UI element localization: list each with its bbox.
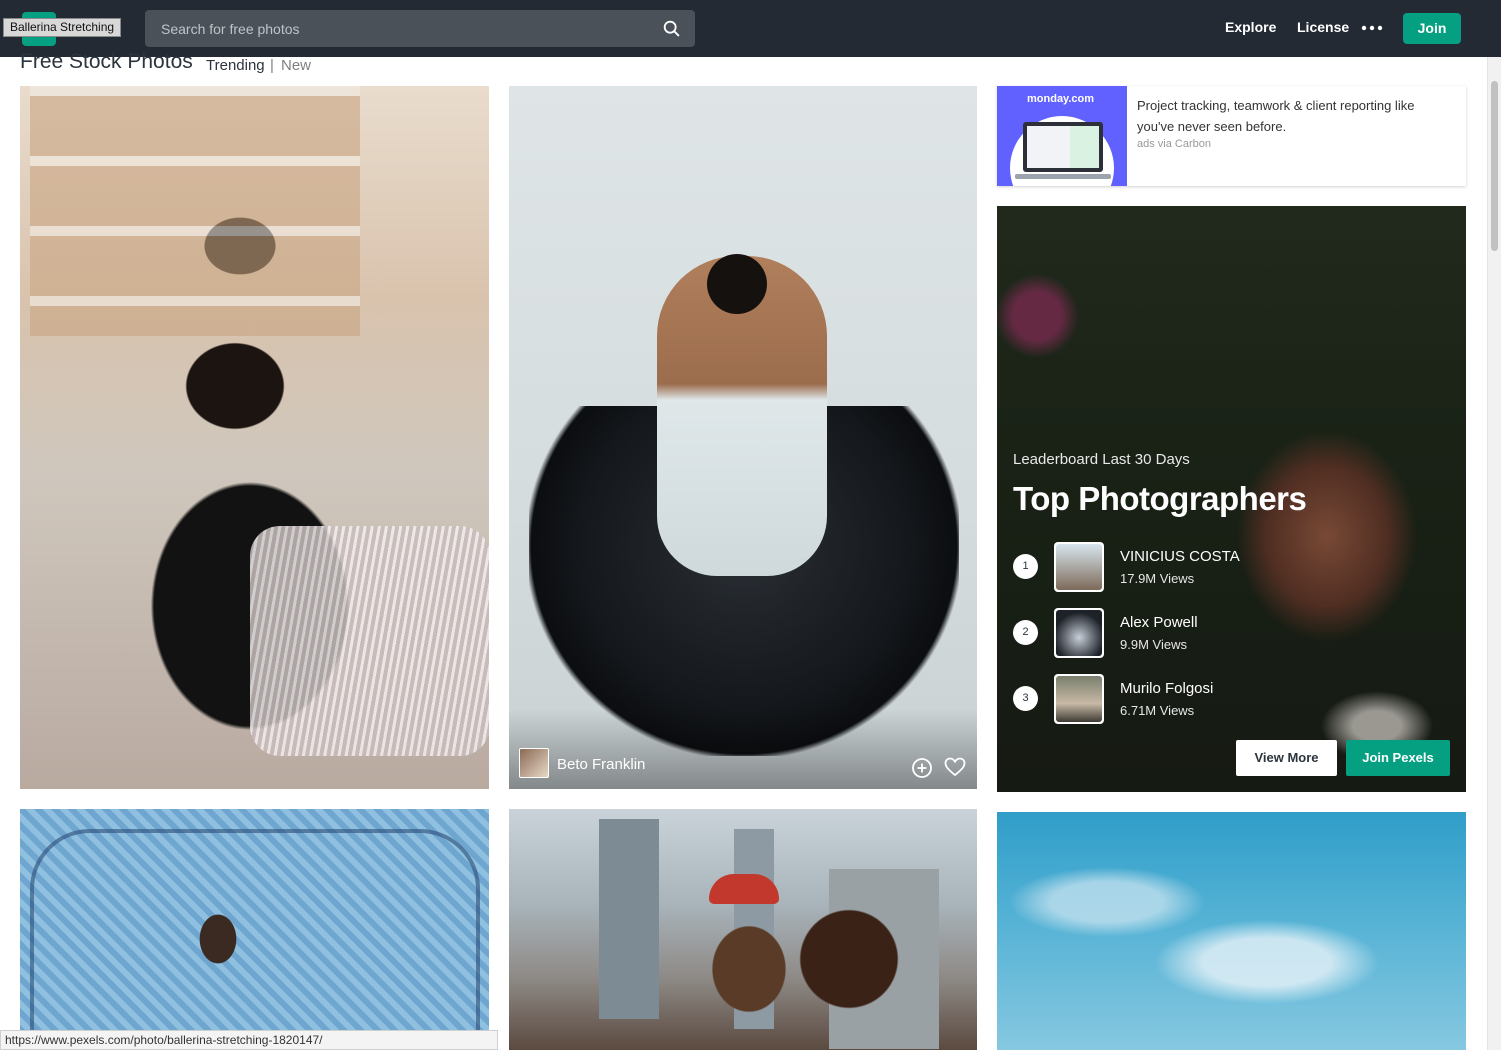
photo-detail: [30, 829, 480, 1050]
search-icon[interactable]: [661, 18, 683, 40]
photographer-name[interactable]: VINICIUS COSTA: [1120, 548, 1240, 565]
photographer-views: 9.9M Views: [1120, 637, 1187, 652]
photo-woman-in-pool[interactable]: [20, 809, 489, 1050]
tab-separator: |: [270, 57, 274, 74]
photographer-name[interactable]: Alex Powell: [1120, 614, 1198, 631]
photographer-avatar[interactable]: [519, 748, 549, 778]
add-to-collection-icon[interactable]: [910, 756, 934, 780]
photo-woman-sunglasses[interactable]: [20, 86, 489, 789]
tooltip: Ballerina Stretching: [3, 18, 122, 37]
photo-detail: [709, 874, 779, 904]
photographer-views: 17.9M Views: [1120, 571, 1195, 586]
join-pexels-button[interactable]: Join Pexels: [1346, 740, 1450, 776]
search-bar[interactable]: [145, 10, 695, 47]
photographer-name[interactable]: Murilo Folgosi: [1120, 680, 1213, 697]
join-button[interactable]: Join: [1403, 13, 1461, 44]
photo-detail: [707, 254, 767, 314]
leaderboard-card: Leaderboard Last 30 Days Top Photographe…: [997, 206, 1466, 792]
ad-brand-logo: monday.com: [1027, 93, 1095, 105]
rank-badge: 3: [1013, 686, 1038, 711]
tab-new[interactable]: New: [281, 57, 311, 74]
leaderboard-subtitle: Leaderboard Last 30 Days: [1013, 451, 1190, 468]
photographer-thumbnail[interactable]: [1054, 674, 1104, 724]
carbon-ad[interactable]: monday.com Project tracking, teamwork & …: [997, 86, 1466, 186]
nav-license-link[interactable]: License: [1297, 19, 1349, 35]
photo-detail: [250, 526, 489, 756]
more-dots-icon[interactable]: [1360, 18, 1384, 38]
rank-badge: 2: [1013, 620, 1038, 645]
page-title: Free Stock Photos: [20, 50, 193, 73]
ad-via-link[interactable]: ads via Carbon: [1137, 138, 1211, 150]
photo-blue-sky[interactable]: [997, 812, 1466, 1050]
search-input[interactable]: [145, 10, 645, 47]
leaderboard-title: Top Photographers: [1013, 480, 1307, 517]
tab-trending[interactable]: Trending: [206, 57, 265, 74]
scrollbar-thumb[interactable]: [1491, 81, 1498, 251]
nav-explore-link[interactable]: Explore: [1225, 19, 1276, 35]
photographer-thumbnail[interactable]: [1054, 608, 1104, 658]
laptop-base: [1015, 174, 1111, 179]
photo-detail: [30, 86, 360, 336]
photographer-name[interactable]: Beto Franklin: [557, 756, 645, 773]
photo-detail: [599, 819, 659, 1019]
photographer-views: 6.71M Views: [1120, 703, 1195, 718]
laptop-icon: [1023, 122, 1103, 172]
top-navigation-bar: Ballerina Stretching Explore License Joi…: [0, 0, 1501, 57]
photo-detail: [679, 879, 919, 1050]
ad-text[interactable]: Project tracking, teamwork & client repo…: [1137, 95, 1447, 137]
page-scrollbar[interactable]: [1487, 57, 1501, 1050]
photo-friends-selfie[interactable]: [509, 809, 977, 1050]
ad-image[interactable]: monday.com: [997, 86, 1127, 186]
photo-ballerina-stretching[interactable]: Beto Franklin: [509, 86, 977, 789]
photo-hover-overlay: [509, 709, 977, 789]
status-url: https://www.pexels.com/photo/ballerina-s…: [0, 1030, 498, 1050]
view-more-button[interactable]: View More: [1236, 740, 1337, 776]
heart-icon[interactable]: [943, 755, 967, 779]
rank-badge: 1: [1013, 554, 1038, 579]
photographer-thumbnail[interactable]: [1054, 542, 1104, 592]
